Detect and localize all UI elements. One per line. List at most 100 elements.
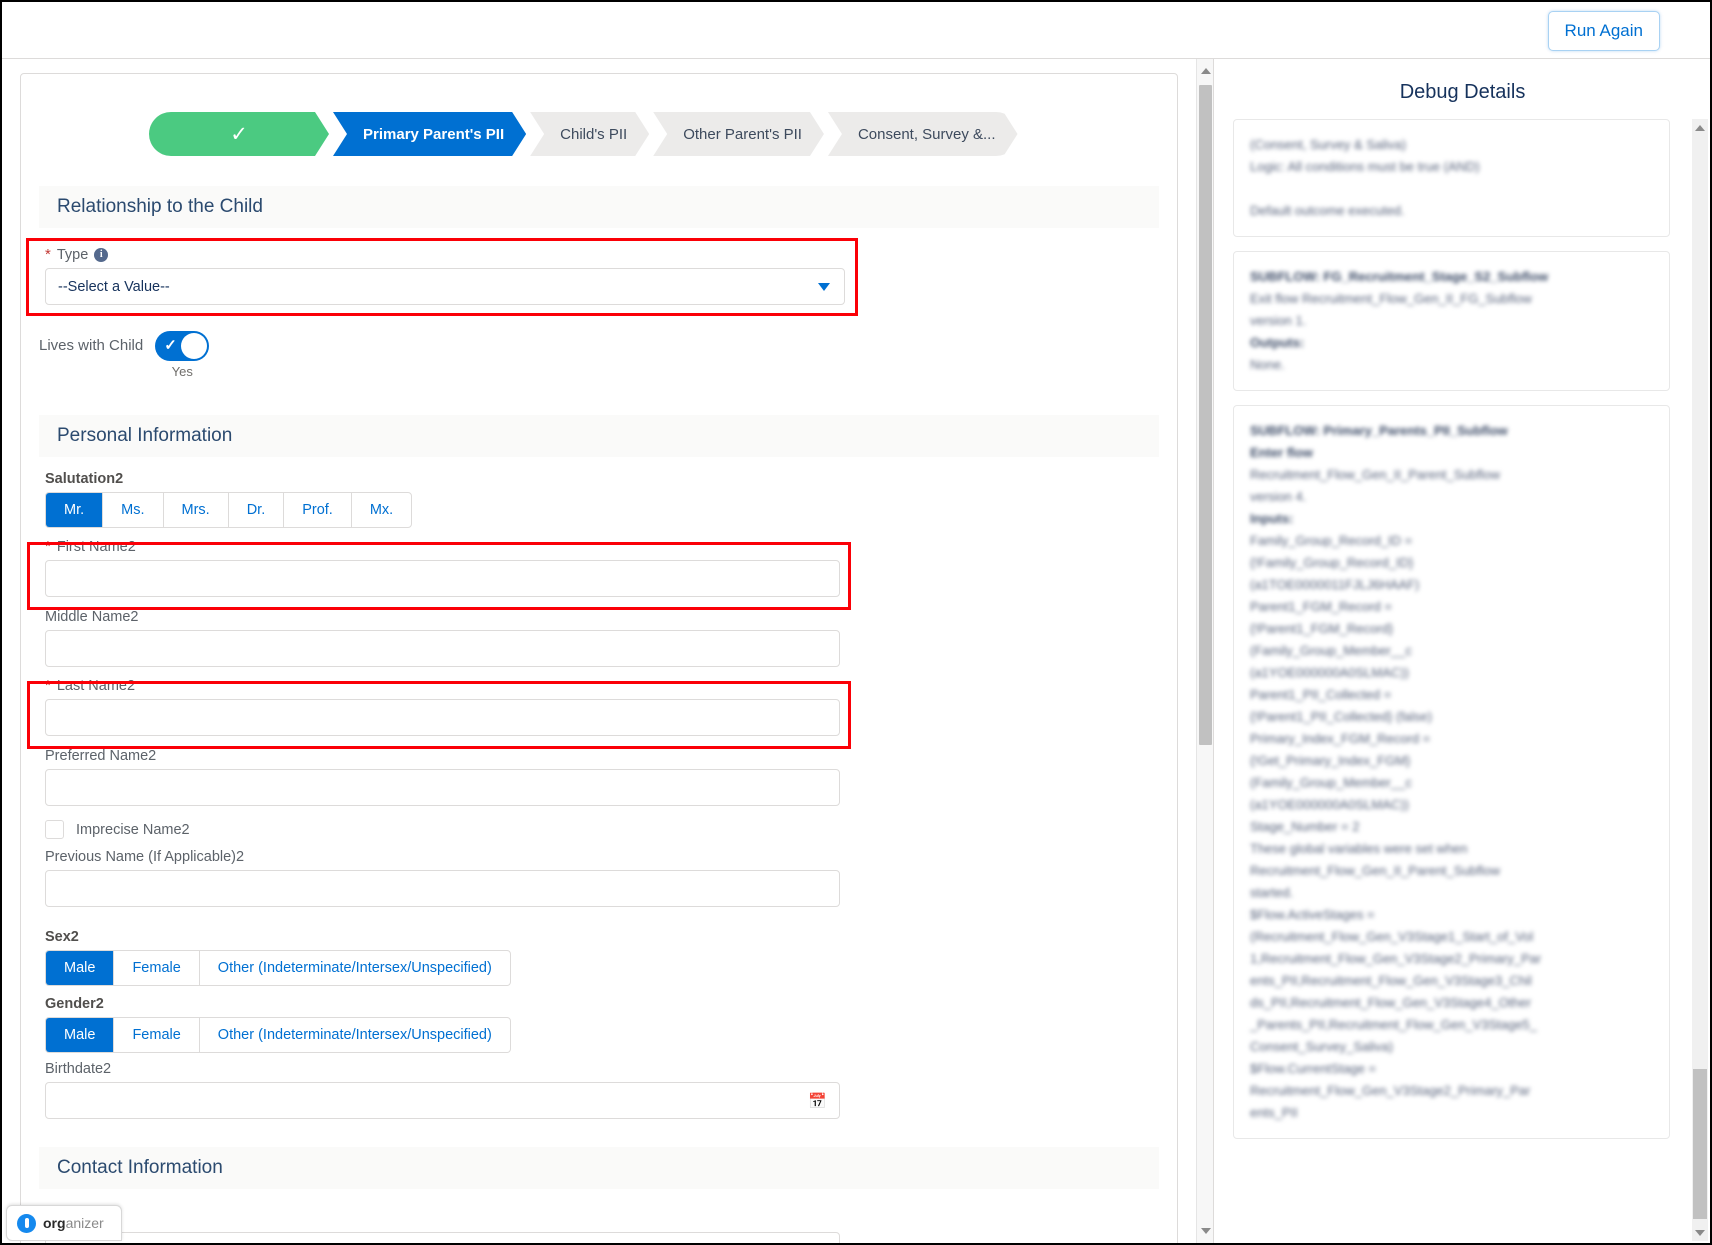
preferred-name-input[interactable] <box>45 769 840 806</box>
debug-line: {!Get_Primary_Index_FGM} <box>1250 753 1411 768</box>
lives-with-child-toggle[interactable]: ✓ <box>155 331 210 361</box>
type-select[interactable]: --Select a Value-- <box>45 268 845 305</box>
salutation-option-mr[interactable]: Mr. <box>46 493 104 527</box>
path-step-completed[interactable]: ✓ <box>149 112 329 156</box>
path-step-consent-survey[interactable]: Consent, Survey &... <box>828 112 1018 156</box>
debug-card: SUBFLOW: FG_Recruitment_Stage_S2_Subflow… <box>1233 251 1670 391</box>
field-gender: Gender2 Male Female Other (Indeterminate… <box>45 996 1159 1053</box>
organizer-label-rest: anizer <box>65 1215 104 1231</box>
field-label-type: * Type i <box>45 246 1159 263</box>
last-name-label-text: Last Name2 <box>56 677 136 694</box>
scroll-up-arrow-icon[interactable] <box>1201 68 1211 74</box>
debug-line: {!Family_Group_Record_ID} <box>1250 555 1414 570</box>
debug-card: (Consent, Survey & Saliva) Logic: All co… <box>1233 119 1670 237</box>
gender-option-other[interactable]: Other (Indeterminate/Intersex/Unspecifie… <box>200 1018 510 1052</box>
debug-line: None. <box>1250 357 1285 372</box>
lives-with-child-state: Yes <box>171 364 193 379</box>
mobile-input[interactable] <box>45 1232 840 1243</box>
imprecise-name-label: Imprecise Name2 <box>76 821 190 838</box>
sex-button-group: Male Female Other (Indeterminate/Interse… <box>45 950 511 986</box>
salutation-option-mx[interactable]: Mx. <box>352 493 411 527</box>
field-label-birthdate: Birthdate2 <box>45 1061 112 1077</box>
debug-line: version 4. <box>1250 489 1307 504</box>
scroll-down-arrow-icon[interactable] <box>1695 1230 1705 1236</box>
debug-line: SUBFLOW: Primary_Parents_PII_Subflow <box>1250 423 1508 438</box>
salutation-button-group: Mr. Ms. Mrs. Dr. Prof. Mx. <box>45 492 413 528</box>
debug-line: Recruitment_Flow_Gen_II_Parent_Subflow <box>1250 467 1501 482</box>
field-type: * Type i --Select a Value-- <box>45 246 1159 305</box>
path-step-primary-parents-pii[interactable]: Primary Parent's PII <box>333 112 526 156</box>
field-label-sex: Sex2 <box>45 929 79 945</box>
first-name-input[interactable] <box>45 560 840 597</box>
debug-line: (Recruitment_Flow_Gen_V3Stage1_Start_of_… <box>1250 929 1534 944</box>
debug-line: Logic: All conditions must be true (AND) <box>1250 159 1480 174</box>
salutation-option-ms[interactable]: Ms. <box>103 493 164 527</box>
debug-line: Family_Group_Record_ID = <box>1250 533 1413 548</box>
sex-option-female[interactable]: Female <box>114 951 200 985</box>
debug-line: Default outcome executed. <box>1250 203 1405 218</box>
scroll-down-arrow-icon[interactable] <box>1201 1228 1211 1234</box>
lives-with-child-row: Lives with Child ✓ Yes <box>39 331 1177 379</box>
debug-line: (Family_Group_Member__c <box>1250 643 1412 658</box>
gender-button-group: Male Female Other (Indeterminate/Interse… <box>45 1017 511 1053</box>
gender-option-female[interactable]: Female <box>114 1018 200 1052</box>
path-step-other-parents-pii[interactable]: Other Parent's PII <box>653 112 824 156</box>
organizer-logo-icon <box>17 1213 36 1233</box>
section-header-personal-information: Personal Information <box>39 415 1159 457</box>
scroll-up-arrow-icon[interactable] <box>1695 125 1705 131</box>
toggle-knob <box>181 333 208 359</box>
middle-name-input[interactable] <box>45 630 840 667</box>
sex-option-male[interactable]: Male <box>46 951 115 985</box>
field-first-name: * First Name2 <box>45 538 1159 597</box>
imprecise-name-checkbox[interactable] <box>45 820 64 839</box>
required-marker: * <box>45 538 51 555</box>
debug-line: {!Parent1_PII_Collected} (false) <box>1250 709 1433 724</box>
field-label-salutation: Salutation2 <box>45 471 124 487</box>
debug-line: $Flow.ActiveStages = <box>1250 907 1375 922</box>
debug-line: Parent1_FGM_Record = <box>1250 599 1392 614</box>
debug-line: These global variables were set when <box>1250 841 1468 856</box>
field-label-last-name: * Last Name2 <box>45 677 1159 694</box>
calendar-icon[interactable]: 📅 <box>808 1092 827 1110</box>
birthdate-input[interactable]: 📅 <box>45 1082 840 1119</box>
debug-line: Primary_Index_FGM_Record = <box>1250 731 1431 746</box>
field-label-mobile: Mobile2 <box>45 1211 1159 1227</box>
debug-line: Recruitment_Flow_Gen_V3Stage2_Primary_Pa… <box>1250 1083 1531 1098</box>
left-pane-scrollbar[interactable] <box>1196 59 1213 1243</box>
path-step-childs-pii[interactable]: Child's PII <box>530 112 649 156</box>
debug-line: Stage_Number = 2 <box>1250 819 1360 834</box>
sex-option-other[interactable]: Other (Indeterminate/Intersex/Unspecifie… <box>200 951 510 985</box>
required-marker: * <box>45 246 51 263</box>
info-icon[interactable]: i <box>94 247 109 262</box>
last-name-input[interactable] <box>45 699 840 736</box>
field-birthdate: Birthdate2 📅 <box>45 1061 1159 1119</box>
organizer-badge[interactable]: organizer <box>6 1205 122 1241</box>
debug-line: SUBFLOW: FG_Recruitment_Stage_S2_Subflow <box>1250 269 1549 284</box>
debug-line: ds_PII,Recruitment_Flow_Gen_V3Stage4_Oth… <box>1250 995 1532 1010</box>
gender-option-male[interactable]: Male <box>46 1018 115 1052</box>
organizer-label-bold: org <box>43 1215 66 1231</box>
debug-pane-scroll-thumb[interactable] <box>1693 1069 1707 1219</box>
debug-line: _Parents_PII,Recruitment_Flow_Gen_V3Stag… <box>1250 1017 1537 1032</box>
debug-line: (a1TOE0000011FJLJ6HAAF) <box>1250 577 1420 592</box>
type-label-text: Type <box>56 246 89 263</box>
section-header-contact-information: Contact Information <box>39 1147 1159 1189</box>
debug-line <box>1250 178 1653 200</box>
lives-with-child-label: Lives with Child <box>39 337 144 354</box>
run-again-button[interactable]: Run Again <box>1547 11 1660 51</box>
salutation-option-mrs[interactable]: Mrs. <box>164 493 229 527</box>
debug-pane-scrollbar[interactable] <box>1692 119 1708 1241</box>
previous-name-input[interactable] <box>45 870 840 907</box>
field-last-name: * Last Name2 <box>45 677 1159 736</box>
debug-line: {!Parent1_FGM_Record} <box>1250 621 1394 636</box>
check-icon: ✓ <box>230 122 248 146</box>
debug-line: version 1. <box>1250 313 1307 328</box>
debug-line: (a1YOE000000A0SLMAC)) <box>1250 797 1409 812</box>
debug-line: Inputs: <box>1250 511 1294 526</box>
left-pane-scroll-thumb[interactable] <box>1199 85 1212 745</box>
first-name-label-text: First Name2 <box>56 538 136 555</box>
salutation-option-prof[interactable]: Prof. <box>284 493 352 527</box>
debug-card: SUBFLOW: Primary_Parents_PII_Subflow Ent… <box>1233 405 1670 1139</box>
debug-details-pane: Debug Details (Consent, Survey & Saliva)… <box>1215 59 1710 1243</box>
salutation-option-dr[interactable]: Dr. <box>229 493 285 527</box>
